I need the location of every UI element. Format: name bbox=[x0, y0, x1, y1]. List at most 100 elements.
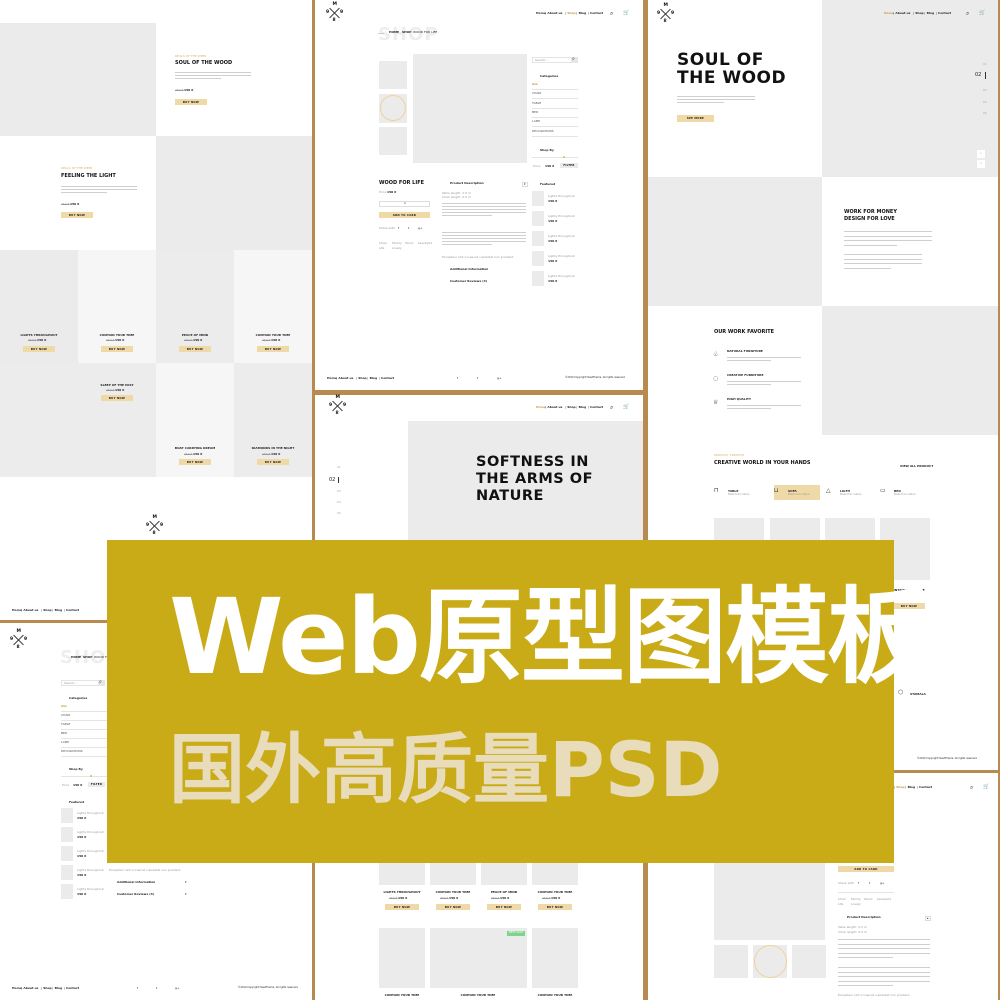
nav-item-about-us[interactable]: About us bbox=[547, 406, 562, 409]
cart-icon[interactable]: 🛒 bbox=[979, 10, 985, 16]
buy-now-button[interactable]: BUY NOW bbox=[179, 459, 211, 465]
toggle-button[interactable]: ▴ bbox=[925, 916, 931, 921]
search-input[interactable]: Search... bbox=[532, 57, 572, 63]
buy-now-button[interactable]: BUY NOW bbox=[61, 212, 93, 218]
nav-item-blog[interactable]: Blog bbox=[55, 987, 63, 990]
category-decorations[interactable]: DECORATIONS bbox=[532, 129, 554, 133]
category-bed[interactable]: BED bbox=[532, 110, 538, 114]
product-name[interactable]: SLEEP OF THE PAST bbox=[100, 384, 133, 387]
tag[interactable]: Family bbox=[392, 242, 402, 245]
brand-logo[interactable]: M9 98 bbox=[329, 395, 346, 415]
nav-item-contact[interactable]: Contact bbox=[66, 987, 79, 990]
product-name[interactable]: CONTAIN YOUR TIME bbox=[461, 994, 496, 997]
nav-item-blog[interactable]: Blog bbox=[370, 377, 378, 380]
social-icon[interactable]: f bbox=[398, 227, 399, 230]
tag[interactable]: Lovely bbox=[392, 247, 402, 250]
featured-name[interactable]: Lights throughout bbox=[77, 869, 104, 872]
slide-indicator-04[interactable]: 04 bbox=[337, 501, 341, 504]
slide-indicator-01[interactable]: 01 bbox=[337, 466, 341, 469]
brand-logo[interactable]: M9 98 bbox=[10, 629, 27, 649]
category-lamp[interactable]: LAMP bbox=[61, 741, 69, 744]
featured-name[interactable]: Lights throughout bbox=[77, 812, 104, 815]
tag[interactable]: Wood bbox=[405, 242, 413, 245]
nav-item-contact[interactable]: Contact bbox=[938, 12, 951, 15]
featured-name[interactable]: Lights throughout bbox=[548, 195, 575, 198]
breadcrumb-item[interactable]: HOME bbox=[71, 656, 81, 659]
tag[interactable]: beautyful bbox=[877, 898, 891, 901]
tag[interactable]: Chair bbox=[838, 898, 846, 901]
tag[interactable]: Chair bbox=[379, 242, 387, 245]
nav-item-contact[interactable]: Contact bbox=[66, 609, 79, 612]
product-name[interactable]: LIGHTS THROUGHOUT bbox=[383, 891, 420, 894]
nav-item-shop[interactable]: Shop bbox=[358, 377, 367, 380]
product-name[interactable]: PEACE OF MIND bbox=[491, 891, 518, 894]
buy-now-button[interactable]: BUY NOW bbox=[23, 346, 55, 352]
tag[interactable]: Life bbox=[838, 903, 843, 906]
slider-handle[interactable] bbox=[90, 775, 92, 777]
search-icon[interactable]: ⌕ bbox=[572, 57, 578, 63]
buy-now-button[interactable]: BUY NOW bbox=[385, 904, 419, 910]
featured-name[interactable]: Lights throughout bbox=[548, 275, 575, 278]
tag[interactable]: beautyful bbox=[418, 242, 432, 245]
cart-icon[interactable]: 🛒 bbox=[623, 404, 629, 410]
buy-now-button[interactable]: BUY NOW bbox=[487, 904, 521, 910]
buy-now-button[interactable]: BUY NOW bbox=[436, 904, 470, 910]
nav-item-shop[interactable]: Shop bbox=[567, 12, 576, 15]
social-icon[interactable]: f bbox=[457, 377, 458, 380]
social-icon[interactable]: f bbox=[858, 882, 859, 885]
search-icon[interactable]: ⌕ bbox=[966, 10, 969, 17]
social-icon[interactable]: g+ bbox=[497, 377, 501, 380]
search-icon[interactable]: ⌕ bbox=[99, 680, 105, 686]
toggle-button[interactable]: ▾ bbox=[522, 182, 528, 187]
buy-now-button[interactable]: BUY NOW bbox=[179, 346, 211, 352]
additional-info-tab[interactable]: Additional Information bbox=[450, 268, 488, 271]
product-name[interactable]: DIAMONDS IN THE NIGHT bbox=[252, 447, 295, 450]
tag[interactable]: Wood bbox=[864, 898, 872, 901]
buy-now-button[interactable]: BUY NOW bbox=[101, 346, 133, 352]
breadcrumb-item[interactable]: WOOD FOR LIFE bbox=[413, 31, 437, 34]
social-icon[interactable]: g+ bbox=[418, 227, 422, 230]
add-to-card-button[interactable]: ADD TO CARD bbox=[379, 212, 430, 218]
slide-indicator-03[interactable]: 03 bbox=[337, 490, 341, 493]
brand-logo[interactable]: M9 98 bbox=[146, 515, 163, 535]
category-table[interactable]: TABLE bbox=[532, 101, 541, 105]
search-input[interactable]: Search... bbox=[61, 680, 99, 686]
social-icon[interactable]: t bbox=[408, 227, 409, 230]
category-chair[interactable]: CHAIR bbox=[532, 92, 541, 95]
quantity-value[interactable]: 1 bbox=[404, 202, 406, 205]
nav-item-shop[interactable]: Shop bbox=[915, 12, 924, 15]
slide-indicator-02[interactable]: 02 bbox=[975, 73, 981, 78]
category-decorations[interactable]: DECORATIONS bbox=[61, 750, 83, 753]
featured-name[interactable]: Lights throughout bbox=[548, 235, 575, 238]
nav-item-contact[interactable]: Contact bbox=[590, 406, 603, 409]
search-icon[interactable]: ⌕ bbox=[970, 784, 973, 791]
nav-item-contact[interactable]: Contact bbox=[590, 12, 603, 15]
featured-name[interactable]: Lights throughout bbox=[77, 888, 104, 891]
social-icon[interactable]: g+ bbox=[175, 987, 179, 990]
social-icon[interactable]: t bbox=[156, 987, 157, 990]
breadcrumb-item[interactable]: HOME bbox=[389, 31, 399, 34]
category-bed[interactable]: BED bbox=[61, 732, 67, 735]
tag[interactable]: Life bbox=[379, 247, 384, 250]
toggle-button[interactable]: ▾ bbox=[185, 893, 187, 896]
slide-indicator-03[interactable]: 03 bbox=[983, 89, 987, 92]
featured-name[interactable]: Lights throughout bbox=[77, 850, 104, 853]
product-name[interactable]: LIGHTS THROUGHOUT bbox=[20, 334, 57, 337]
social-icon[interactable]: g+ bbox=[880, 882, 884, 885]
slider-handle[interactable] bbox=[563, 156, 565, 158]
additional-info-tab[interactable]: Additional Information bbox=[117, 881, 155, 884]
breadcrumb-item[interactable]: SHOP bbox=[402, 31, 411, 34]
nav-item-contact[interactable]: Contact bbox=[381, 377, 394, 380]
search-icon[interactable]: ⌕ bbox=[610, 404, 613, 411]
cart-icon[interactable]: 🛒 bbox=[623, 10, 629, 16]
buy-now-button[interactable]: BUY NOW bbox=[257, 459, 289, 465]
product-name[interactable]: PEACE OF MIND bbox=[182, 334, 209, 337]
product-name[interactable]: CONTAIN YOUR TIME bbox=[538, 994, 573, 997]
featured-name[interactable]: Lights throughout bbox=[77, 831, 104, 834]
slide-indicator-05[interactable]: 05 bbox=[983, 112, 987, 115]
featured-name[interactable]: Lights throughout bbox=[548, 215, 575, 218]
nav-item-shop[interactable]: Shop bbox=[43, 609, 52, 612]
product-name[interactable]: CONTAIN YOUR TIME bbox=[436, 891, 471, 894]
reviews-tab[interactable]: Customer Reviews (3) bbox=[450, 280, 487, 283]
buy-now-button[interactable]: BUY NOW bbox=[101, 395, 133, 401]
